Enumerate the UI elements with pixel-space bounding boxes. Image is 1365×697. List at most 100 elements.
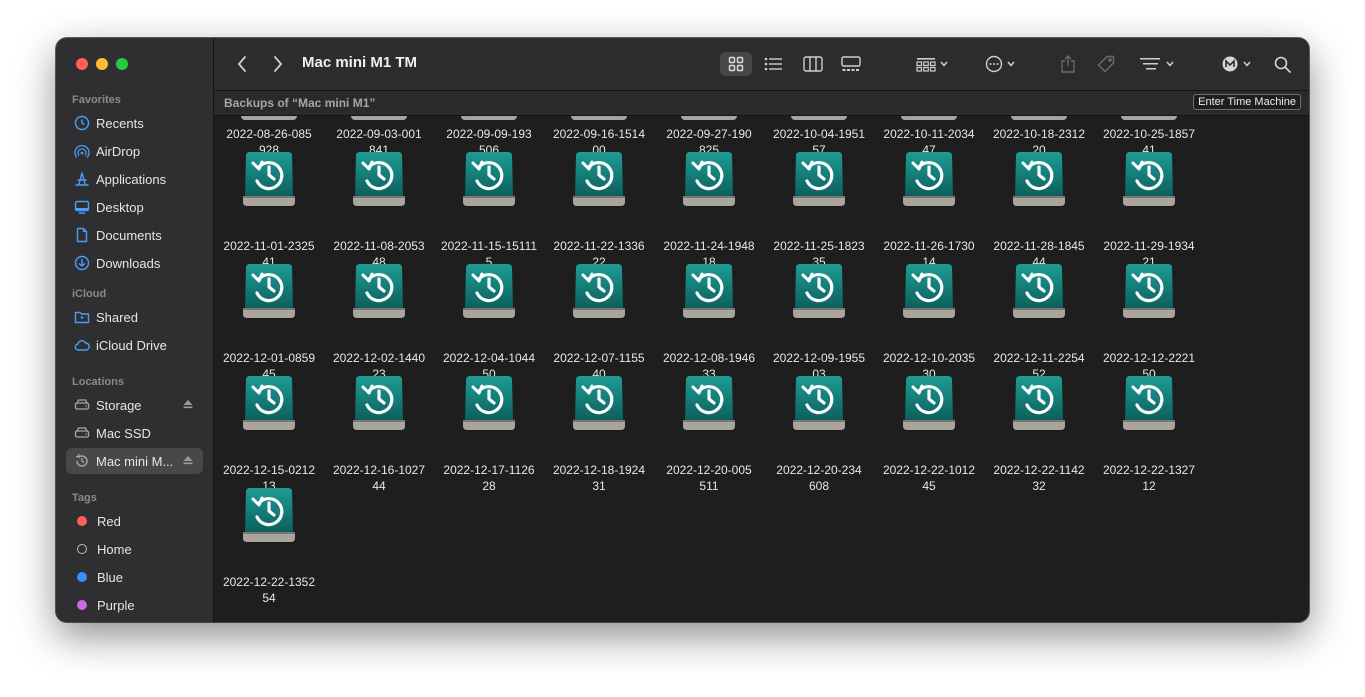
time-machine-backup-icon[interactable] bbox=[790, 374, 848, 432]
time-machine-backup-icon[interactable] bbox=[240, 262, 298, 320]
time-machine-backup-icon[interactable] bbox=[240, 150, 298, 208]
backup-name-line1: 2022-12-22-1352 bbox=[222, 575, 316, 589]
backup-item[interactable]: 2022-12-22-1012 45 bbox=[876, 462, 982, 494]
list-view-button[interactable] bbox=[758, 52, 788, 76]
time-machine-backup-icon[interactable] bbox=[1010, 374, 1068, 432]
backup-name-line2: 54 bbox=[262, 591, 276, 605]
back-button[interactable] bbox=[232, 52, 252, 76]
sidebar-item-blue[interactable]: Blue bbox=[66, 564, 203, 590]
search-icon bbox=[1274, 56, 1291, 73]
time-machine-backup-icon[interactable] bbox=[1120, 150, 1178, 208]
time-machine-backup-icon[interactable] bbox=[1120, 262, 1178, 320]
group-by-button[interactable] bbox=[912, 52, 952, 76]
eject-icon[interactable] bbox=[183, 455, 193, 465]
backup-item[interactable]: 2022-12-22-1142 32 bbox=[986, 462, 1092, 494]
eject-icon[interactable] bbox=[183, 399, 193, 409]
backup-icon-partial bbox=[571, 116, 627, 120]
sidebar-item-airdrop[interactable]: AirDrop bbox=[66, 138, 203, 164]
backup-name-line1: 2022-11-29-1934 bbox=[1103, 239, 1195, 253]
backup-name-line1: 2022-12-22-1012 bbox=[882, 463, 976, 477]
time-machine-backup-icon[interactable] bbox=[240, 374, 298, 432]
time-machine-backup-icon[interactable] bbox=[460, 374, 518, 432]
sidebar-item-shared[interactable]: Shared bbox=[66, 304, 203, 330]
sidebar-item-recents[interactable]: Recents bbox=[66, 110, 203, 136]
time-machine-backup-icon[interactable] bbox=[460, 262, 518, 320]
time-machine-backup-icon[interactable] bbox=[350, 374, 408, 432]
time-machine-backup-icon[interactable] bbox=[570, 150, 628, 208]
sidebar-item-home[interactable]: Home bbox=[66, 536, 203, 562]
sidebar-section-locations: Locations bbox=[72, 376, 124, 388]
sidebar-item-applications[interactable]: Applications bbox=[66, 166, 203, 192]
backup-name-line1: 2022-11-25-1823 bbox=[773, 239, 865, 253]
backup-item[interactable]: 2022-12-20-005 511 bbox=[656, 462, 762, 494]
time-machine-backup-icon[interactable] bbox=[1010, 262, 1068, 320]
sidebar-item-documents[interactable]: Documents bbox=[66, 222, 203, 248]
time-machine-backup-icon[interactable] bbox=[680, 374, 738, 432]
time-machine-backup-icon[interactable] bbox=[790, 262, 848, 320]
chevron-down-icon bbox=[1242, 61, 1251, 67]
sidebar-item-downloads[interactable]: Downloads bbox=[66, 250, 203, 276]
icon-view-button[interactable] bbox=[720, 52, 752, 76]
time-machine-backup-icon[interactable] bbox=[350, 150, 408, 208]
sidebar-item-mac-mini-m[interactable]: Mac mini M... bbox=[66, 448, 203, 474]
minimize-button[interactable] bbox=[96, 58, 108, 70]
sidebar-item-label: Applications bbox=[96, 171, 167, 187]
close-button[interactable] bbox=[76, 58, 88, 70]
ellipsis-circle-icon bbox=[985, 55, 1003, 73]
sidebar-item-label: Blue bbox=[97, 569, 124, 585]
time-machine-backup-icon[interactable] bbox=[570, 374, 628, 432]
path-bar: Backups of “Mac mini M1” Enter Time Mach… bbox=[214, 91, 1309, 116]
time-machine-backup-icon[interactable] bbox=[350, 262, 408, 320]
backup-icon-partial bbox=[1121, 116, 1177, 120]
time-machine-backup-icon[interactable] bbox=[460, 150, 518, 208]
search-button[interactable] bbox=[1270, 52, 1294, 76]
time-machine-backup-icon[interactable] bbox=[570, 262, 628, 320]
time-machine-backup-icon[interactable] bbox=[680, 262, 738, 320]
action-menu-button[interactable] bbox=[980, 52, 1020, 76]
backup-icon-partial bbox=[681, 116, 737, 120]
backup-name-line1: 2022-12-02-1440 bbox=[332, 351, 426, 365]
backup-name-line1: 2022-12-12-2221 bbox=[1102, 351, 1196, 365]
backup-item[interactable]: 2022-12-20-234 608 bbox=[766, 462, 872, 494]
zoom-button[interactable] bbox=[116, 58, 128, 70]
sort-button[interactable] bbox=[1136, 52, 1178, 76]
backup-name-line1: 2022-09-27-190 bbox=[666, 127, 752, 141]
backup-item[interactable]: 2022-12-16-1027 44 bbox=[326, 462, 432, 494]
time-machine-backup-icon[interactable] bbox=[680, 150, 738, 208]
grid-icon bbox=[728, 56, 744, 72]
share-button[interactable] bbox=[1056, 52, 1080, 76]
sidebar-item-icloud-drive[interactable]: iCloud Drive bbox=[66, 332, 203, 358]
tag-button[interactable] bbox=[1094, 52, 1118, 76]
backup-item[interactable]: 2022-12-18-1924 31 bbox=[546, 462, 652, 494]
sidebar-item-red[interactable]: Red bbox=[66, 508, 203, 534]
backup-item[interactable]: 2022-12-22-1327 12 bbox=[1096, 462, 1202, 494]
time-machine-backup-icon[interactable] bbox=[240, 486, 298, 544]
sidebar-item-mac-ssd[interactable]: Mac SSD bbox=[66, 420, 203, 446]
sidebar-item-storage[interactable]: Storage bbox=[66, 392, 203, 418]
backup-name-line1: 2022-12-10-2035 bbox=[882, 351, 976, 365]
chevron-down-icon bbox=[1007, 61, 1015, 67]
column-view-button[interactable] bbox=[798, 52, 828, 76]
time-machine-backup-icon[interactable] bbox=[1010, 150, 1068, 208]
time-machine-backup-icon[interactable] bbox=[900, 262, 958, 320]
backup-name-line2: 28 bbox=[482, 479, 496, 493]
sidebar-item-label: Desktop bbox=[96, 199, 144, 215]
backup-name-line1: 2022-12-22-1327 bbox=[1102, 463, 1196, 477]
time-machine-backup-icon[interactable] bbox=[900, 150, 958, 208]
backup-name-line1: 2022-12-20-005 bbox=[666, 463, 752, 477]
backup-item[interactable]: 2022-12-22-1352 54 bbox=[216, 574, 322, 606]
backup-name-line1: 2022-12-20-234 bbox=[776, 463, 862, 477]
time-machine-backup-icon[interactable] bbox=[1120, 374, 1178, 432]
backup-name-line1: 2022-09-09-193 bbox=[446, 127, 532, 141]
gallery-view-button[interactable] bbox=[836, 52, 866, 76]
sidebar-item-desktop[interactable]: Desktop bbox=[66, 194, 203, 220]
enter-time-machine-button[interactable]: Enter Time Machine bbox=[1193, 94, 1301, 110]
sidebar-item-purple[interactable]: Purple bbox=[66, 592, 203, 618]
sidebar-section-favorites: Favorites bbox=[72, 94, 121, 106]
forward-button[interactable] bbox=[268, 52, 288, 76]
time-machine-backup-icon[interactable] bbox=[790, 150, 848, 208]
backup-icon-partial bbox=[241, 116, 297, 120]
profile-menu-button[interactable] bbox=[1218, 52, 1254, 76]
backup-item[interactable]: 2022-12-17-1126 28 bbox=[436, 462, 542, 494]
time-machine-backup-icon[interactable] bbox=[900, 374, 958, 432]
